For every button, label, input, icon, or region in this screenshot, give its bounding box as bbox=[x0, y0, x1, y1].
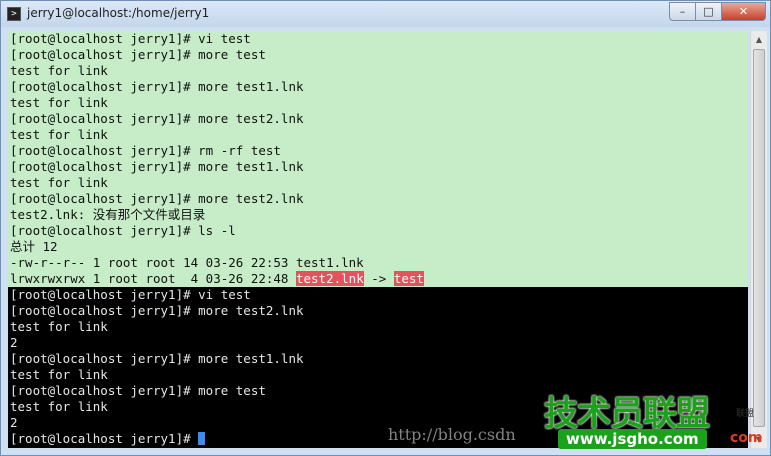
terminal-line: [root@localhost jerry1]# more test2.lnk bbox=[10, 111, 304, 126]
window-controls: – □ ✕ bbox=[669, 2, 766, 22]
logo-com-text: com bbox=[730, 430, 763, 446]
terminal-line: [root@localhost jerry1]# rm -rf test bbox=[10, 143, 281, 158]
terminal-line: [root@localhost jerry1]# more test2.lnk bbox=[10, 303, 304, 318]
terminal-line: 2 bbox=[10, 335, 18, 350]
window-title: jerry1@localhost:/home/jerry1 bbox=[27, 6, 210, 20]
terminal-line: test for link bbox=[10, 63, 108, 78]
terminal-line: [root@localhost jerry1]# ls -l bbox=[10, 223, 236, 238]
terminal-line: test for link bbox=[10, 127, 108, 142]
minimize-button[interactable]: – bbox=[669, 2, 696, 21]
maximize-button[interactable]: □ bbox=[696, 2, 722, 21]
scroll-up-icon[interactable]: ▲ bbox=[751, 31, 767, 48]
terminal-line: 总计 12 bbox=[10, 239, 58, 254]
close-button[interactable]: ✕ bbox=[722, 2, 766, 21]
shell-prompt: [root@localhost jerry1]# bbox=[10, 431, 199, 446]
terminal-line: [root@localhost jerry1]# more test bbox=[10, 47, 266, 62]
logo-domain: www.jsgho.com bbox=[558, 429, 707, 449]
ls-symlink-line: lrwxrwxrwx 1 root root 4 03-26 22:48 tes… bbox=[10, 271, 424, 287]
text-cursor bbox=[198, 432, 206, 445]
terminal-line: test for link bbox=[10, 319, 108, 334]
blog-url-watermark: http://blog.csdn bbox=[388, 425, 516, 444]
terminal-line: [root@localhost jerry1]# vi test bbox=[10, 31, 251, 46]
scrollbar-thumb[interactable] bbox=[753, 49, 765, 427]
symlink-arrow: -> bbox=[363, 271, 394, 286]
terminal-line: [root@localhost jerry1]# more test1.lnk bbox=[10, 79, 304, 94]
terminal-line: [root@localhost jerry1]# vi test bbox=[10, 287, 251, 302]
terminal-top-pane: [root@localhost jerry1]# vi test [root@l… bbox=[8, 31, 748, 287]
terminal-app-icon: > bbox=[7, 7, 21, 21]
logo-small-text: 联盟 bbox=[736, 409, 755, 419]
symlink-name-highlight: test2.lnk bbox=[295, 271, 364, 286]
terminal-prompt-line[interactable]: [root@localhost jerry1]# bbox=[10, 431, 206, 447]
title-bar[interactable]: > jerry1@localhost:/home/jerry1 – □ ✕ bbox=[1, 1, 770, 27]
terminal-line: 2 bbox=[10, 415, 18, 430]
terminal-line: test for link bbox=[10, 399, 108, 414]
terminal-line: test2.lnk: 没有那个文件或目录 bbox=[10, 207, 206, 222]
terminal-line: test for link bbox=[10, 175, 108, 190]
ls-entry-prefix: lrwxrwxrwx 1 root root 4 03-26 22:48 bbox=[10, 271, 296, 286]
logo-text: 技术员联盟 bbox=[544, 394, 710, 434]
terminal-line: [root@localhost jerry1]# more test1.lnk bbox=[10, 159, 304, 174]
terminal-line: [root@localhost jerry1]# more test2.lnk bbox=[10, 191, 304, 206]
terminal-line: [root@localhost jerry1]# more test1.lnk bbox=[10, 351, 304, 366]
terminal-line: [root@localhost jerry1]# more test bbox=[10, 383, 266, 398]
site-logo-watermark: 技术员联盟 联盟 www.jsgho.com com bbox=[540, 386, 771, 456]
symlink-target-highlight: test bbox=[393, 271, 424, 286]
terminal-line: -rw-r--r-- 1 root root 14 03-26 22:53 te… bbox=[10, 255, 364, 270]
terminal-line: test for link bbox=[10, 367, 108, 382]
terminal-line: test for link bbox=[10, 95, 108, 110]
